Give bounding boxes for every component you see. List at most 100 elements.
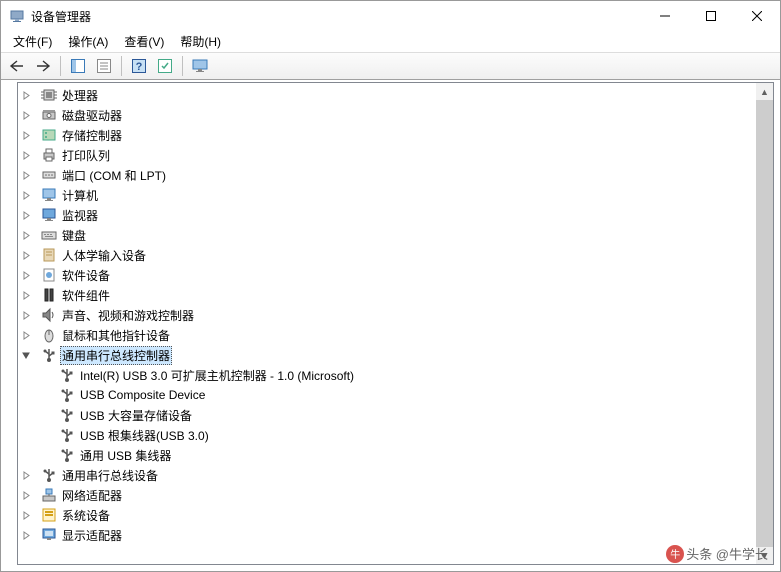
collapse-icon[interactable] [22, 351, 38, 360]
toolbar-separator [60, 56, 61, 76]
mouse-icon [41, 327, 57, 343]
tree-device[interactable]: Intel(R) USB 3.0 可扩展主机控制器 - 1.0 (Microso… [18, 365, 756, 385]
expand-icon[interactable] [22, 231, 38, 240]
tree-item-label: USB 根集线器(USB 3.0) [78, 426, 211, 445]
tree-pane: 处理器磁盘驱动器存储控制器打印队列端口 (COM 和 LPT)计算机监视器键盘人… [17, 82, 774, 565]
tree-category[interactable]: 显示适配器 [18, 525, 756, 545]
svg-text:?: ? [136, 61, 143, 73]
tree-item-label: 监视器 [60, 206, 100, 225]
usb-icon [59, 407, 75, 423]
expand-icon[interactable] [22, 491, 38, 500]
tree-item-label: 存储控制器 [60, 126, 124, 145]
cpu-icon [41, 87, 57, 103]
expand-icon[interactable] [22, 111, 38, 120]
tree-device[interactable]: 通用 USB 集线器 [18, 445, 756, 465]
tree-item-label: 处理器 [60, 86, 100, 105]
tree-category[interactable]: 人体学输入设备 [18, 245, 756, 265]
expand-icon[interactable] [22, 531, 38, 540]
usb-icon [59, 387, 75, 403]
tree-category[interactable]: 系统设备 [18, 505, 756, 525]
expand-icon[interactable] [22, 91, 38, 100]
tree-item-label: 键盘 [60, 226, 88, 245]
window-buttons [642, 1, 780, 31]
software-icon [41, 267, 57, 283]
display-icon [41, 527, 57, 543]
menu-file[interactable]: 文件(F) [5, 31, 60, 52]
help-button[interactable]: ? [127, 55, 151, 77]
network-icon [41, 487, 57, 503]
tree-item-label: 软件设备 [60, 266, 112, 285]
component-icon [41, 287, 57, 303]
expand-icon[interactable] [22, 151, 38, 160]
tree-item-label: 人体学输入设备 [60, 246, 148, 265]
expand-icon[interactable] [22, 471, 38, 480]
expand-icon[interactable] [22, 171, 38, 180]
tree-category[interactable]: 网络适配器 [18, 485, 756, 505]
expand-icon[interactable] [22, 311, 38, 320]
expand-icon[interactable] [22, 331, 38, 340]
tree-category[interactable]: 计算机 [18, 185, 756, 205]
tree-category[interactable]: 声音、视频和游戏控制器 [18, 305, 756, 325]
minimize-button[interactable] [642, 1, 688, 31]
expand-icon[interactable] [22, 291, 38, 300]
device-tree[interactable]: 处理器磁盘驱动器存储控制器打印队列端口 (COM 和 LPT)计算机监视器键盘人… [18, 83, 756, 564]
tree-item-label: USB 大容量存储设备 [78, 406, 194, 425]
tree-item-label: 通用 USB 集线器 [78, 446, 173, 465]
app-icon [9, 8, 25, 24]
tree-category[interactable]: 处理器 [18, 85, 756, 105]
tree-item-label: 磁盘驱动器 [60, 106, 124, 125]
expand-icon[interactable] [22, 191, 38, 200]
scroll-down-button[interactable]: ▼ [756, 547, 773, 564]
monitor-icon [41, 207, 57, 223]
tree-category[interactable]: 监视器 [18, 205, 756, 225]
scrollbar[interactable]: ▲ ▼ [756, 83, 773, 564]
tree-category[interactable]: 软件组件 [18, 285, 756, 305]
menu-help[interactable]: 帮助(H) [172, 31, 229, 52]
tree-category[interactable]: 鼠标和其他指针设备 [18, 325, 756, 345]
keyboard-icon [41, 227, 57, 243]
close-button[interactable] [734, 1, 780, 31]
storage-icon [41, 127, 57, 143]
expand-icon[interactable] [22, 211, 38, 220]
tree-category[interactable]: 打印队列 [18, 145, 756, 165]
scan-hardware-button[interactable] [153, 55, 177, 77]
scroll-thumb[interactable] [756, 100, 773, 547]
window-title: 设备管理器 [31, 8, 642, 25]
usb-icon [59, 367, 75, 383]
titlebar: 设备管理器 [1, 1, 780, 31]
scroll-up-button[interactable]: ▲ [756, 83, 773, 100]
tree-device[interactable]: USB 根集线器(USB 3.0) [18, 425, 756, 445]
tree-item-label: 通用串行总线设备 [60, 466, 160, 485]
expand-icon[interactable] [22, 131, 38, 140]
tree-category[interactable]: 键盘 [18, 225, 756, 245]
expand-icon[interactable] [22, 271, 38, 280]
maximize-button[interactable] [688, 1, 734, 31]
tree-item-label: 鼠标和其他指针设备 [60, 326, 172, 345]
properties-button[interactable] [92, 55, 116, 77]
menu-view[interactable]: 查看(V) [116, 31, 172, 52]
tree-device[interactable]: USB Composite Device [18, 385, 756, 405]
tree-item-label: 打印队列 [60, 146, 112, 165]
toolbar: ? [1, 52, 780, 80]
expand-icon[interactable] [22, 251, 38, 260]
menu-action[interactable]: 操作(A) [60, 31, 116, 52]
tree-category[interactable]: 端口 (COM 和 LPT) [18, 165, 756, 185]
menubar: 文件(F) 操作(A) 查看(V) 帮助(H) [1, 31, 780, 52]
toolbar-separator [121, 56, 122, 76]
tree-category[interactable]: 磁盘驱动器 [18, 105, 756, 125]
tree-item-label: USB Composite Device [78, 387, 207, 403]
printer-icon [41, 147, 57, 163]
back-button[interactable] [5, 55, 29, 77]
expand-icon[interactable] [22, 511, 38, 520]
forward-button[interactable] [31, 55, 55, 77]
tree-item-label: 显示适配器 [60, 526, 124, 545]
monitor-button[interactable] [188, 55, 212, 77]
tree-item-label: 通用串行总线控制器 [60, 346, 172, 365]
tree-category[interactable]: 软件设备 [18, 265, 756, 285]
show-hide-tree-button[interactable] [66, 55, 90, 77]
tree-category[interactable]: 通用串行总线设备 [18, 465, 756, 485]
tree-category-usb-controllers[interactable]: 通用串行总线控制器 [18, 345, 756, 365]
tree-item-label: 软件组件 [60, 286, 112, 305]
tree-category[interactable]: 存储控制器 [18, 125, 756, 145]
tree-device[interactable]: USB 大容量存储设备 [18, 405, 756, 425]
